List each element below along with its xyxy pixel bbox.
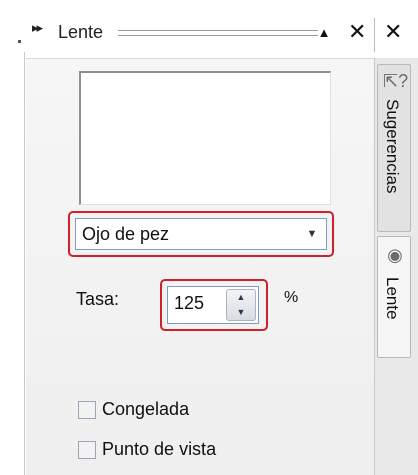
left-border xyxy=(24,52,25,475)
frozen-checkbox-row[interactable]: Congelada xyxy=(78,399,218,423)
lens-preview-box xyxy=(79,71,331,205)
tab-sugerencias-label: Sugerencias xyxy=(383,99,402,194)
docker-title-bar[interactable]: ▸▸ Lente ▲ ✕ ✕ xyxy=(22,18,418,52)
lens-docker-window: ▸▸ Lente ▲ ✕ ✕ Ojo de pez ▼ Tasa: 125 ▲ … xyxy=(0,0,418,475)
title-separator xyxy=(374,18,375,52)
docker-title: Lente xyxy=(58,22,104,42)
stepper-up-icon[interactable]: ▲ xyxy=(227,290,255,305)
viewpoint-label[interactable]: Punto de vista xyxy=(102,439,216,460)
close-window-button[interactable]: ✕ xyxy=(384,21,402,43)
frame-tick xyxy=(18,40,21,43)
tab-lente-label: Lente xyxy=(383,277,402,320)
viewpoint-checkbox-row[interactable]: Punto de vista xyxy=(78,439,258,463)
lens-panel: Ojo de pez ▼ Tasa: 125 ▲ ▼ % Congelada P… xyxy=(26,58,374,475)
stepper-buttons: ▲ ▼ xyxy=(226,289,256,321)
rate-unit: % xyxy=(284,289,299,306)
double-arrow-icon[interactable]: ▸▸ xyxy=(32,20,43,36)
tab-sugerencias[interactable]: ⇱? Sugerencias xyxy=(377,64,411,232)
lens-icon: ◉ xyxy=(387,245,403,265)
tab-lente[interactable]: ◉ Lente xyxy=(377,236,411,358)
close-docker-button[interactable]: ✕ xyxy=(348,21,366,43)
title-bar-rule xyxy=(118,30,318,36)
lens-type-value: Ojo de pez xyxy=(82,224,170,244)
rate-label: Tasa: xyxy=(76,289,120,309)
help-cursor-icon: ⇱? xyxy=(383,71,409,91)
docker-tab-strip: ⇱? Sugerencias ◉ Lente xyxy=(374,58,418,475)
lens-type-dropdown[interactable]: Ojo de pez ▼ xyxy=(75,218,327,250)
rate-value[interactable]: 125 xyxy=(174,293,204,314)
frozen-label[interactable]: Congelada xyxy=(102,399,189,420)
viewpoint-checkbox[interactable] xyxy=(78,441,96,459)
chevron-down-icon[interactable]: ▼ xyxy=(301,222,323,246)
frozen-checkbox[interactable] xyxy=(78,401,96,419)
triangle-up-icon[interactable]: ▲ xyxy=(315,24,333,42)
rate-stepper[interactable]: 125 ▲ ▼ xyxy=(167,286,259,324)
stepper-down-icon[interactable]: ▼ xyxy=(227,305,255,320)
